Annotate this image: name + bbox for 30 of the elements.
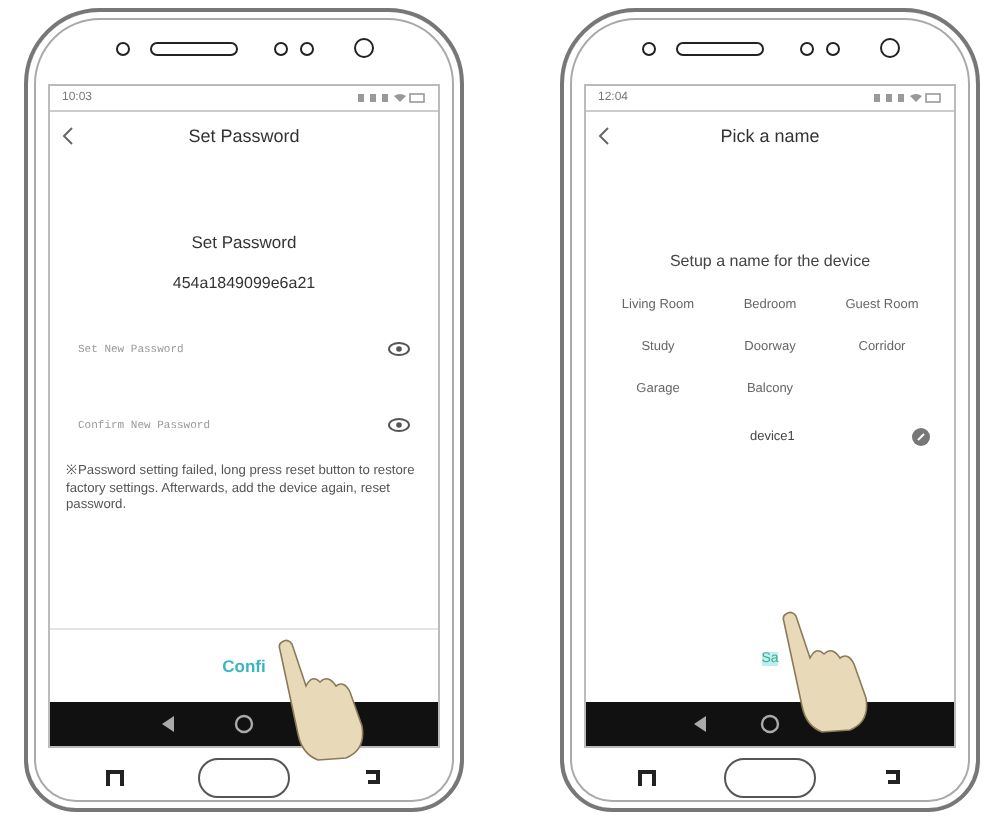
camera-icon xyxy=(879,38,899,58)
eye-icon[interactable] xyxy=(388,417,410,431)
sensor-icon xyxy=(115,41,129,55)
menu-key-icon[interactable] xyxy=(105,770,124,786)
screen-title: Pick a name xyxy=(720,126,820,146)
home-button[interactable] xyxy=(197,758,290,798)
hand-icon xyxy=(778,610,870,734)
section-heading: Setup a name for the device xyxy=(669,252,871,270)
home-icon[interactable] xyxy=(760,714,780,734)
hand-icon xyxy=(274,638,366,762)
back-icon[interactable] xyxy=(598,126,610,146)
back-icon[interactable] xyxy=(62,126,74,146)
back-key-icon[interactable] xyxy=(364,770,383,786)
camera-icon xyxy=(353,38,373,58)
device-code: 454a1849099e6a21 xyxy=(172,274,316,292)
clear-icon[interactable] xyxy=(912,428,930,446)
home-button[interactable] xyxy=(724,758,816,798)
speaker-icon xyxy=(149,41,237,55)
status-icons xyxy=(358,92,426,104)
screen-title: Set Password xyxy=(188,126,300,146)
speaker-icon xyxy=(675,41,763,55)
back-key-icon[interactable] xyxy=(884,770,902,786)
eye-icon[interactable] xyxy=(388,341,410,355)
menu-key-icon[interactable] xyxy=(638,770,656,786)
status-icons xyxy=(874,92,942,104)
sensor-icon xyxy=(641,41,655,55)
back-icon[interactable] xyxy=(692,716,708,732)
back-icon[interactable] xyxy=(159,716,176,732)
home-icon[interactable] xyxy=(233,714,254,734)
section-heading: Set Password xyxy=(191,232,297,252)
